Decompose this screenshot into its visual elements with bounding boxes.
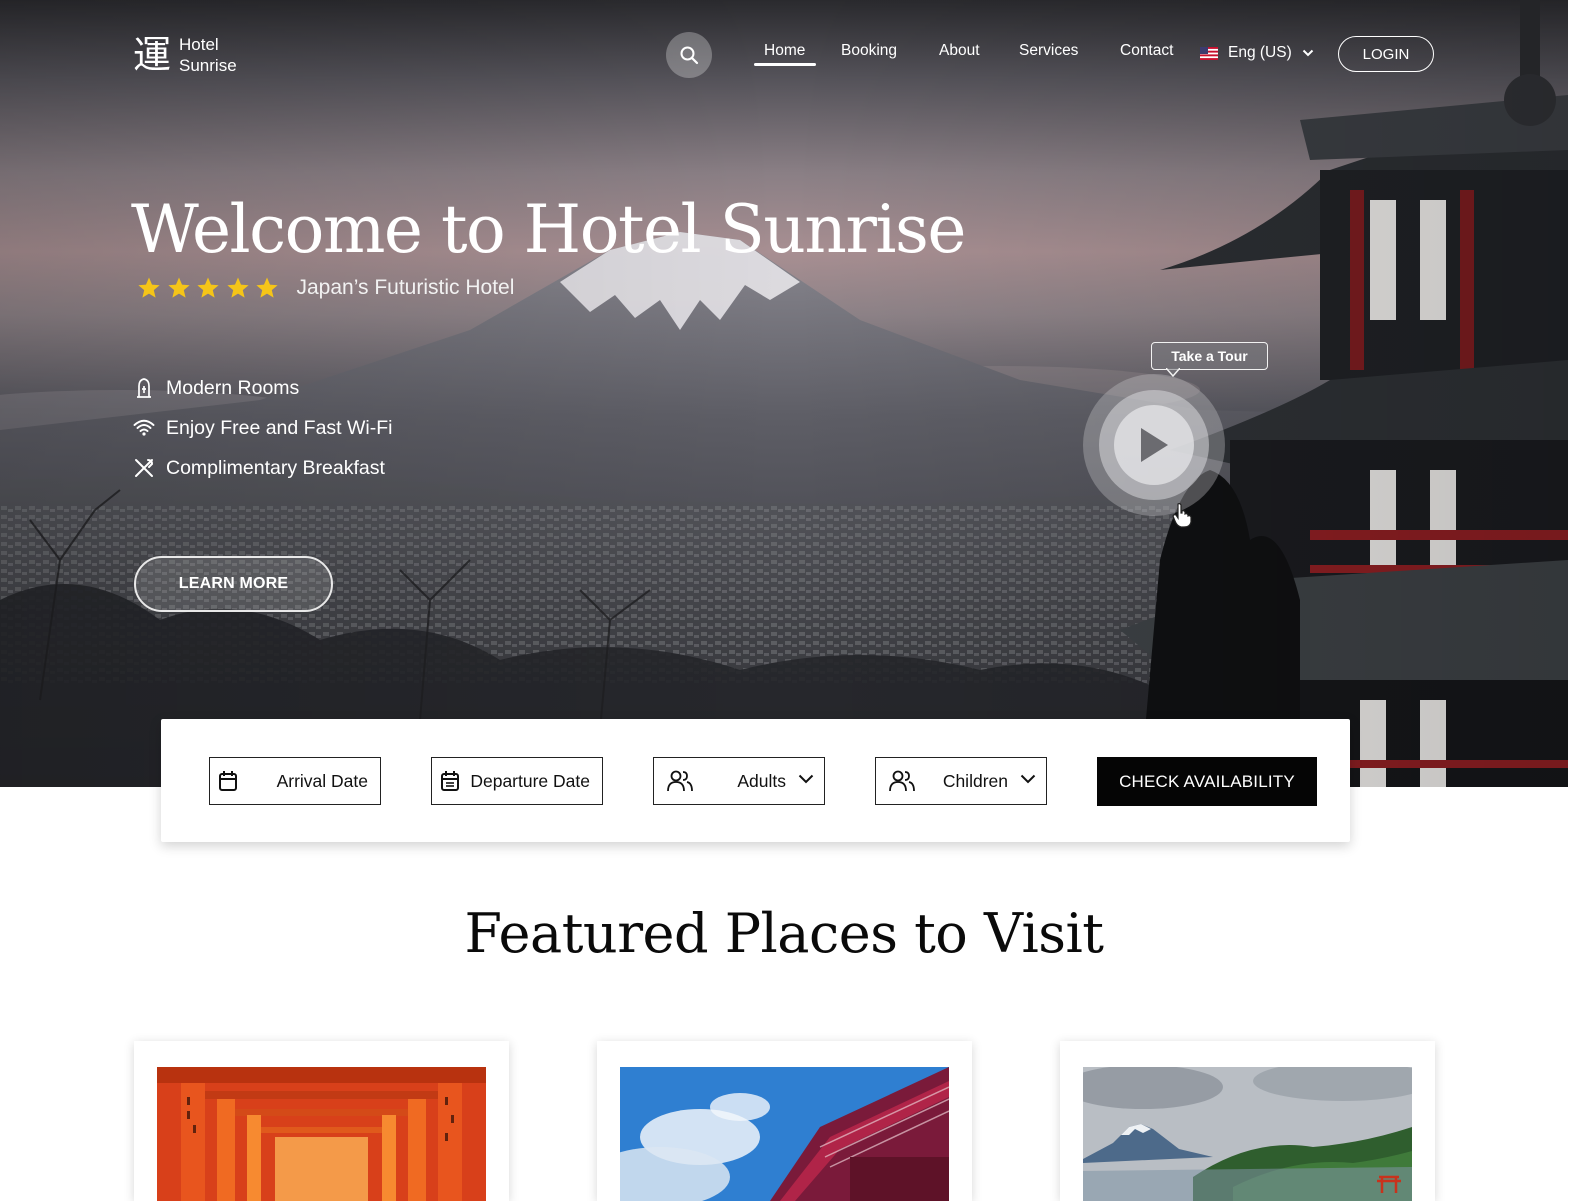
feature-item: Modern Rooms <box>133 368 392 408</box>
play-tour-button[interactable] <box>1083 374 1225 516</box>
red-temple-photo <box>620 1067 949 1201</box>
mount-fuji-lake-photo <box>1083 1067 1412 1201</box>
star-icon <box>197 277 219 298</box>
logo-text: Hotel Sunrise <box>179 34 237 76</box>
nav-item-booking[interactable]: Booking <box>841 42 897 60</box>
logo-mark: 運 <box>133 33 172 77</box>
adults-label: Adults <box>737 770 786 791</box>
featured-section-title: Featured Places to Visit <box>464 902 1104 965</box>
nav-item-contact[interactable]: Contact <box>1120 42 1173 60</box>
chevron-down-icon <box>798 774 814 784</box>
users-icon <box>888 770 916 792</box>
departure-date-label: Departure Date <box>470 770 590 791</box>
adults-select[interactable]: Adults <box>653 757 825 805</box>
star-rating: Japan’s Futuristic Hotel <box>137 276 514 300</box>
logo-line-1: Hotel <box>179 35 219 54</box>
logo-line-2: Sunrise <box>179 56 237 75</box>
learn-more-button[interactable]: LEARN MORE <box>134 556 333 612</box>
chevron-down-icon <box>1020 774 1036 784</box>
hero-tagline: Japan’s Futuristic Hotel <box>296 276 515 299</box>
play-button-core <box>1114 405 1194 485</box>
chevron-down-icon <box>1302 49 1313 57</box>
star-icon <box>226 277 249 298</box>
nav-item-home[interactable]: Home <box>764 42 805 60</box>
featured-card[interactable] <box>597 1041 972 1201</box>
children-label: Children <box>942 770 1008 791</box>
calendar-icon <box>440 770 460 792</box>
torii-gates-photo <box>157 1067 486 1201</box>
wifi-icon <box>133 417 155 439</box>
us-flag-icon <box>1200 46 1218 60</box>
feature-item: Enjoy Free and Fast Wi-Fi <box>133 408 392 448</box>
brand-logo[interactable]: 運 Hotel Sunrise <box>133 34 237 76</box>
feature-label: Modern Rooms <box>166 376 300 399</box>
star-icon <box>256 277 278 298</box>
language-label: Eng (US) <box>1228 44 1292 61</box>
arrival-date-label: Arrival Date <box>276 770 368 791</box>
calendar-icon <box>218 770 238 792</box>
login-button[interactable]: LOGIN <box>1338 36 1434 72</box>
check-availability-button[interactable]: CHECK AVAILABILITY <box>1097 757 1317 806</box>
featured-card[interactable] <box>1060 1041 1435 1201</box>
search-icon <box>680 46 699 65</box>
departure-date-field[interactable]: Departure Date <box>431 757 603 805</box>
search-button[interactable] <box>666 32 712 78</box>
feature-item: Complimentary Breakfast <box>133 448 392 488</box>
star-icon <box>138 277 160 298</box>
star-icon <box>167 277 190 298</box>
users-icon <box>666 770 694 792</box>
utensils-icon <box>133 457 155 479</box>
play-icon <box>1141 428 1168 462</box>
hero-section: 運 Hotel Sunrise Home Booking About Servi… <box>0 0 1568 787</box>
arrival-date-field[interactable]: Arrival Date <box>209 757 381 805</box>
featured-card[interactable] <box>134 1041 509 1201</box>
hand-cursor-icon <box>1172 503 1192 528</box>
language-selector[interactable]: Eng (US) <box>1200 44 1314 62</box>
nav-active-indicator <box>754 63 816 66</box>
feature-label: Complimentary Breakfast <box>166 456 385 479</box>
children-select[interactable]: Children <box>875 757 1047 805</box>
feature-list: Modern Rooms Enjoy Free and Fast Wi-Fi C… <box>133 368 392 488</box>
room-icon <box>133 377 155 399</box>
play-button-ring <box>1099 390 1209 500</box>
hero-title: Welcome to Hotel Sunrise <box>131 191 966 268</box>
take-a-tour-tooltip: Take a Tour <box>1151 342 1268 370</box>
nav-item-about[interactable]: About <box>939 42 980 60</box>
booking-bar: Arrival Date Departure Date Adults Child… <box>161 719 1350 842</box>
nav-item-services[interactable]: Services <box>1019 42 1078 60</box>
feature-label: Enjoy Free and Fast Wi-Fi <box>166 416 393 439</box>
